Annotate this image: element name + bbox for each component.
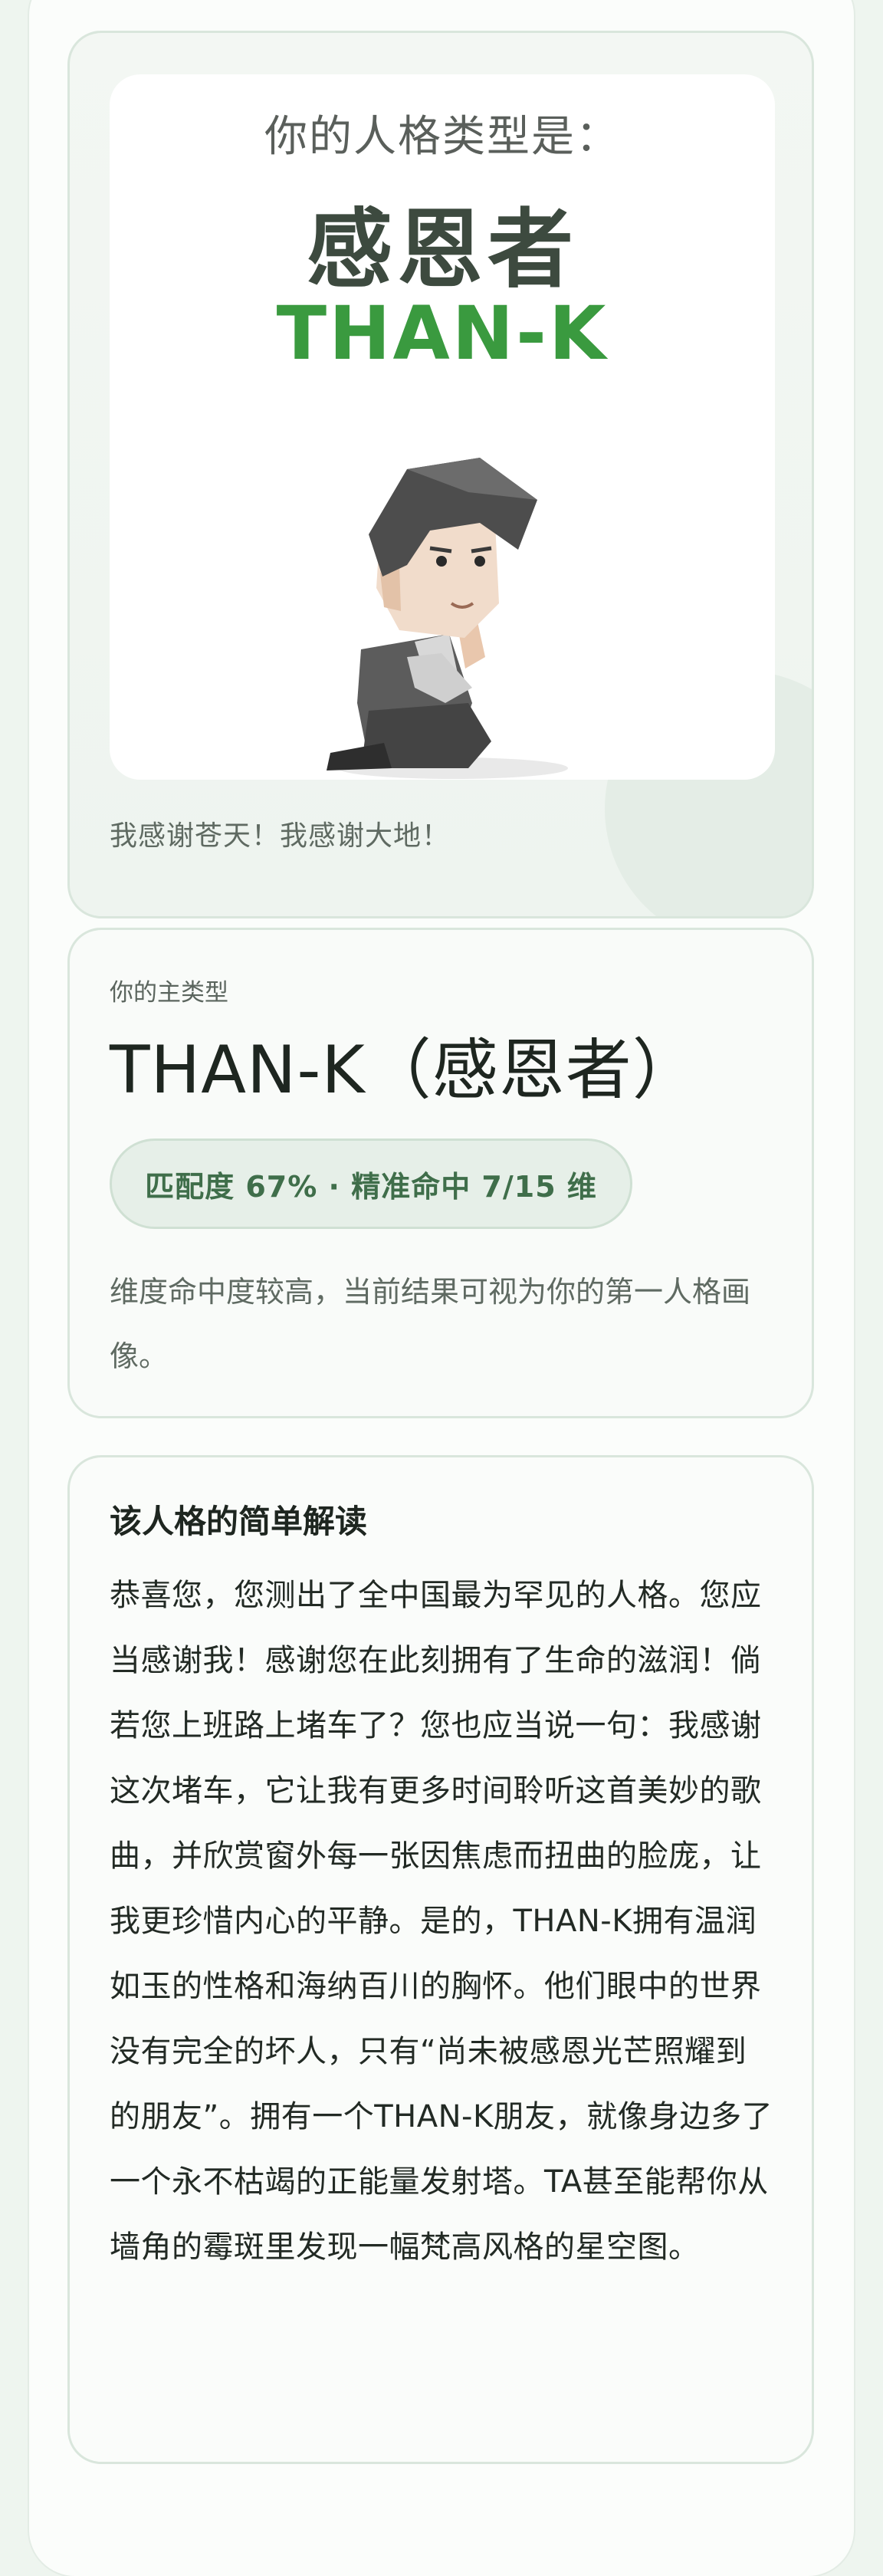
main-type-label: 你的主类型 [110, 979, 228, 1007]
page-container: 你的人格类型是： 感恩者 THAN-K 我感谢苍天！我感谢大地！ 你的主类型 T… [29, 0, 854, 2576]
interpretation-card: 该人格的简单解读 恭喜您，您测出了全中国最为罕见的人格。您应当感谢我！感谢您在此… [67, 1455, 814, 2464]
personality-poster-image: 你的人格类型是： 感恩者 THAN-K [110, 74, 775, 780]
interpretation-body: 恭喜您，您测出了全中国最为罕见的人格。您应当感谢我！感谢您在此刻拥有了生命的滋润… [110, 1578, 773, 2265]
poster-type-code: THAN-K [276, 291, 609, 376]
personality-result-card: 你的人格类型是： 感恩者 THAN-K 我感谢苍天！我感谢大地！ [67, 31, 814, 918]
match-score-badge: 匹配度 67% · 精准命中 7/15 维 [110, 1138, 632, 1229]
main-type-title: THAN-K（感恩者） [110, 1032, 699, 1109]
main-type-note: 维度命中度较高，当前结果可视为你的第一人格画像。 [110, 1275, 751, 1373]
kneeling-thankful-figure-illustration [327, 458, 568, 779]
main-type-card: 你的主类型 THAN-K（感恩者） 匹配度 67% · 精准命中 7/15 维 … [67, 928, 814, 1418]
result-caption: 我感谢苍天！我感谢大地！ [110, 820, 451, 852]
poster-question: 你的人格类型是： [264, 112, 620, 162]
poster-type-name: 感恩者 [307, 200, 578, 300]
interpretation-title: 该人格的简单解读 [110, 1503, 368, 1540]
